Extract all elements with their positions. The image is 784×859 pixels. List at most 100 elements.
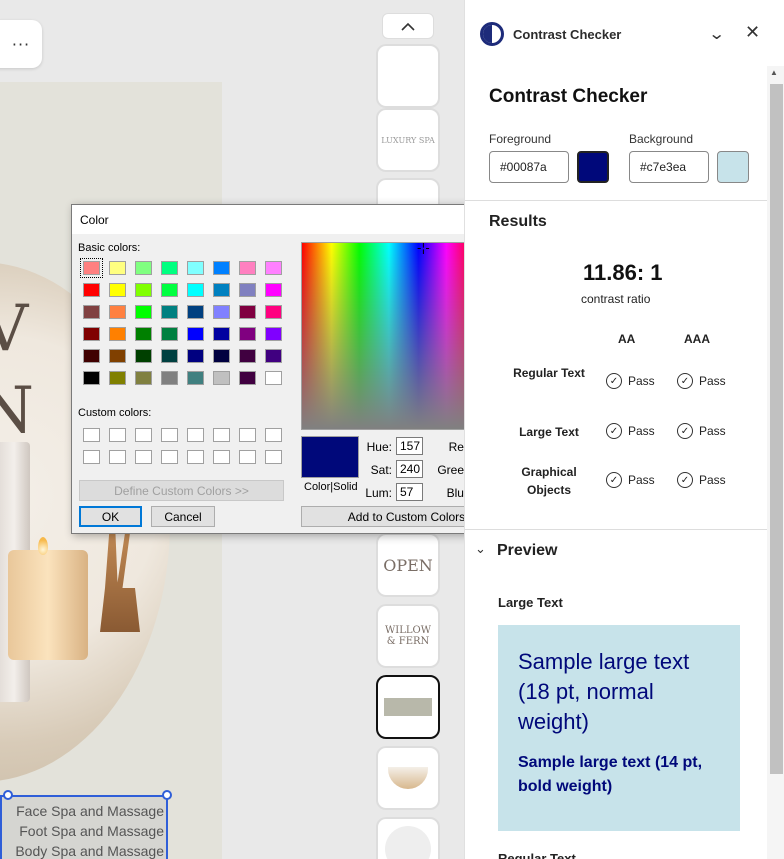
pass-status: ✓ Pass (677, 423, 726, 439)
chevron-down-icon[interactable]: ⌄ (708, 24, 725, 43)
basic-color-swatch[interactable] (239, 327, 256, 341)
foreground-hex-input[interactable]: #00087a (489, 151, 569, 183)
basic-color-swatch[interactable] (135, 349, 152, 363)
custom-color-swatch[interactable] (213, 450, 230, 464)
basic-color-swatch[interactable] (213, 305, 230, 319)
custom-color-swatch[interactable] (83, 428, 100, 442)
resize-handle[interactable] (162, 790, 172, 800)
basic-color-swatch[interactable] (161, 371, 178, 385)
resize-handle[interactable] (3, 790, 13, 800)
custom-color-swatch[interactable] (187, 450, 204, 464)
thumbnail[interactable]: LUXURY SPA (376, 108, 440, 172)
basic-color-swatch[interactable] (109, 327, 126, 341)
basic-color-swatch[interactable] (213, 327, 230, 341)
basic-color-swatch[interactable] (161, 327, 178, 341)
basic-color-swatch[interactable] (83, 283, 100, 297)
custom-color-swatch[interactable] (265, 450, 282, 464)
custom-color-swatch[interactable] (187, 428, 204, 442)
basic-color-swatch[interactable] (265, 261, 282, 275)
basic-color-swatch[interactable] (109, 305, 126, 319)
more-options-button[interactable]: ··· (0, 20, 42, 68)
background-swatch[interactable] (717, 151, 749, 183)
basic-color-swatch[interactable] (135, 261, 152, 275)
custom-color-swatch[interactable] (161, 450, 178, 464)
lum-field[interactable]: 57 (396, 483, 423, 501)
basic-color-swatch[interactable] (187, 305, 204, 319)
basic-color-swatch[interactable] (265, 349, 282, 363)
basic-color-swatch[interactable] (187, 327, 204, 341)
basic-color-swatch[interactable] (109, 349, 126, 363)
custom-color-swatch[interactable] (109, 428, 126, 442)
basic-color-swatch[interactable] (213, 283, 230, 297)
custom-color-swatch[interactable] (135, 428, 152, 442)
background-hex-input[interactable]: #c7e3ea (629, 151, 709, 183)
basic-color-swatch[interactable] (109, 283, 126, 297)
dialog-titlebar[interactable]: Color (72, 205, 519, 234)
basic-color-swatch[interactable] (265, 283, 282, 297)
foreground-swatch[interactable] (577, 151, 609, 183)
color-dialog: Color ✕ Basic colors: Custom colors: Def… (71, 204, 522, 534)
thumbnail[interactable] (376, 817, 440, 859)
basic-color-swatch[interactable] (187, 261, 204, 275)
basic-color-swatch[interactable] (135, 371, 152, 385)
basic-color-swatch[interactable] (239, 261, 256, 275)
thumbnail[interactable] (376, 746, 440, 810)
basic-color-swatch[interactable] (161, 349, 178, 363)
basic-color-swatch[interactable] (239, 305, 256, 319)
custom-color-swatch[interactable] (83, 450, 100, 464)
basic-color-swatch[interactable] (239, 283, 256, 297)
basic-color-swatch[interactable] (213, 349, 230, 363)
heading-letter: N (0, 374, 34, 448)
chevron-down-icon[interactable]: ⌄ (475, 542, 486, 557)
custom-color-swatch[interactable] (109, 450, 126, 464)
custom-colors-label: Custom colors: (78, 407, 152, 419)
preview-title[interactable]: Preview (497, 542, 557, 560)
hue-field[interactable]: 157 (396, 437, 423, 455)
define-custom-colors-button[interactable]: Define Custom Colors >> (79, 480, 284, 501)
ok-button[interactable]: OK (79, 506, 142, 527)
basic-color-swatch[interactable] (135, 305, 152, 319)
basic-color-swatch[interactable] (135, 327, 152, 341)
basic-color-swatch[interactable] (161, 283, 178, 297)
scroll-up-button[interactable] (382, 13, 434, 39)
basic-color-swatch[interactable] (213, 261, 230, 275)
scrollbar-thumb[interactable] (770, 84, 783, 774)
basic-color-swatch[interactable] (239, 349, 256, 363)
basic-color-swatch[interactable] (135, 283, 152, 297)
color-spectrum[interactable]: -¦- (301, 241, 477, 430)
basic-color-swatch[interactable] (187, 349, 204, 363)
cancel-button[interactable]: Cancel (151, 506, 215, 527)
custom-color-swatch[interactable] (265, 428, 282, 442)
row-label-large-text: Large Text (519, 425, 579, 439)
basic-color-swatch[interactable] (161, 261, 178, 275)
basic-color-swatch[interactable] (265, 327, 282, 341)
heading-letter: V (0, 292, 29, 366)
sat-field[interactable]: 240 (396, 460, 423, 478)
basic-color-swatch[interactable] (161, 305, 178, 319)
basic-color-swatch[interactable] (83, 305, 100, 319)
basic-color-swatch[interactable] (213, 371, 230, 385)
basic-color-swatch[interactable] (83, 327, 100, 341)
thumbnail-selected[interactable] (376, 675, 440, 739)
selected-text-box[interactable]: Face Spa and Massage Foot Spa and Massag… (0, 795, 168, 859)
basic-color-swatch[interactable] (109, 261, 126, 275)
custom-color-swatch[interactable] (135, 450, 152, 464)
close-icon[interactable]: ✕ (745, 22, 760, 43)
basic-color-swatch[interactable] (187, 283, 204, 297)
basic-color-swatch[interactable] (109, 371, 126, 385)
custom-color-swatch[interactable] (239, 428, 256, 442)
basic-color-swatch[interactable] (83, 349, 100, 363)
basic-color-swatch[interactable] (239, 371, 256, 385)
custom-color-swatch[interactable] (239, 450, 256, 464)
custom-color-swatch[interactable] (213, 428, 230, 442)
thumbnail[interactable] (376, 44, 440, 108)
thumbnail[interactable]: OPEN (376, 533, 440, 597)
scroll-up-icon[interactable]: ▲ (770, 68, 778, 77)
thumbnail[interactable]: WILLOW & FERN (376, 604, 440, 668)
basic-color-swatch[interactable] (265, 305, 282, 319)
basic-color-swatch[interactable] (187, 371, 204, 385)
basic-color-swatch[interactable] (83, 371, 100, 385)
custom-color-swatch[interactable] (161, 428, 178, 442)
basic-color-swatch[interactable] (80, 258, 103, 278)
basic-color-swatch[interactable] (265, 371, 282, 385)
